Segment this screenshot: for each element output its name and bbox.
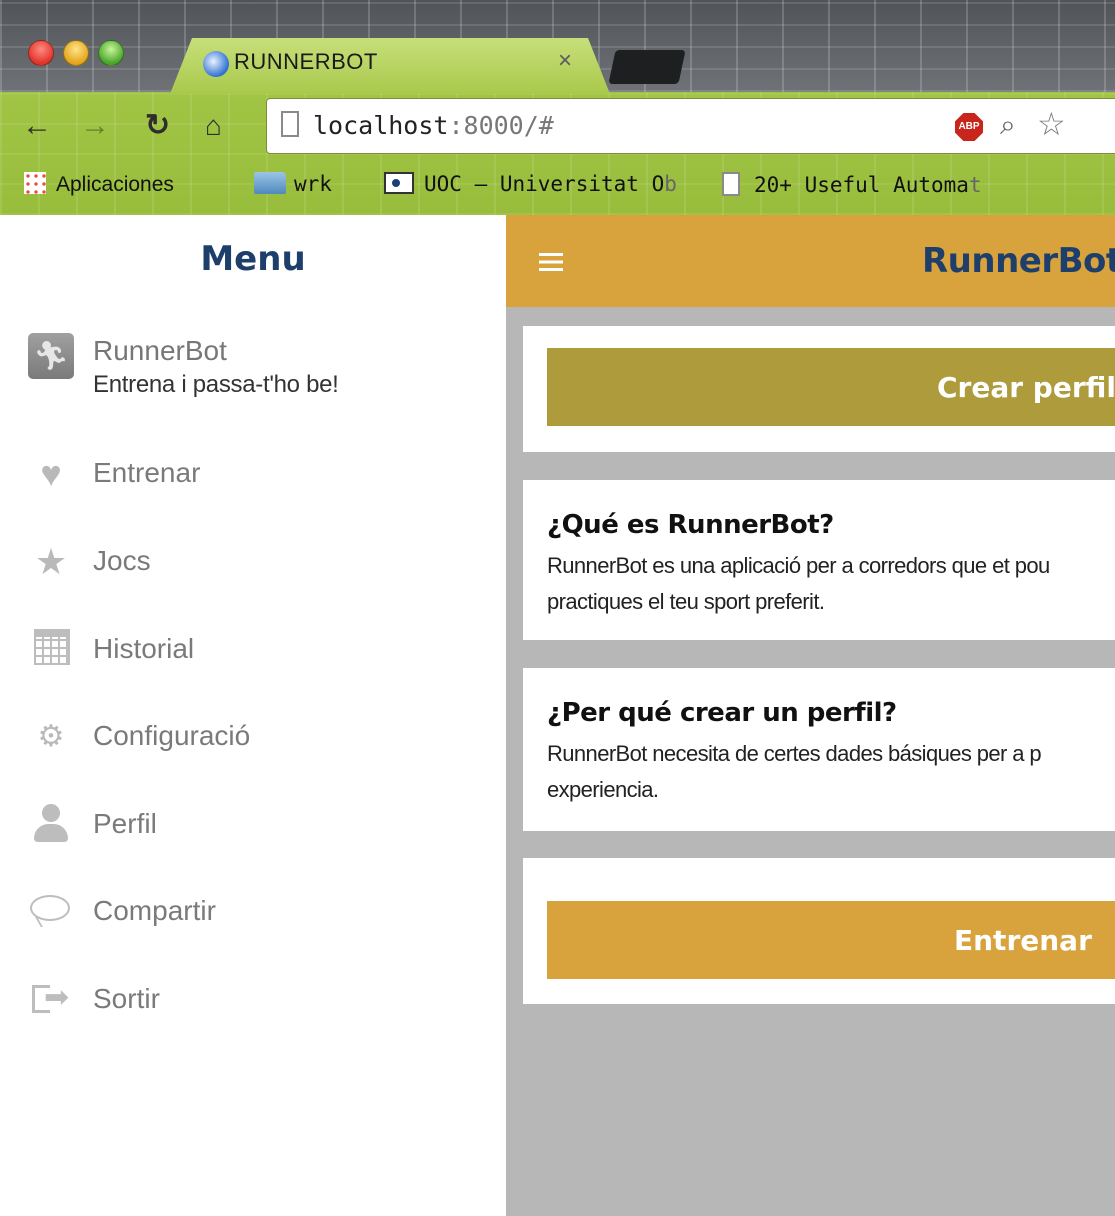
browser-tab[interactable]: RUNNERBOT × [170, 38, 610, 94]
app-header: RunnerBot [506, 215, 1115, 307]
sign-out-arrow-icon: ➡ [44, 981, 70, 1014]
bookmark-automation[interactable]: 20+ Useful Automat [722, 172, 982, 197]
folder-icon [254, 172, 286, 194]
zoom-window-button[interactable] [98, 40, 124, 66]
why-profile-title: ¿Per qué crear un perfil? [547, 698, 897, 728]
menu-item-label: Sortir [93, 983, 160, 1014]
menu-item-label: Perfil [93, 808, 157, 839]
bookmark-uoc[interactable]: UOC – Universitat Ob [384, 172, 677, 196]
menu-title: Menu [200, 239, 306, 279]
app-main: RunnerBot Crear perfil ¿Qué es RunnerBot… [506, 215, 1115, 1216]
about-title: ¿Qué es RunnerBot? [547, 510, 834, 540]
adblock-icon[interactable]: ABP [955, 113, 983, 141]
user-icon [42, 804, 60, 822]
home-icon[interactable]: ⌂ [205, 106, 222, 146]
reload-icon[interactable]: ↻ [145, 106, 170, 146]
bookmark-label: wrk [294, 172, 332, 196]
menu-item-label: Compartir [93, 895, 216, 926]
apps-icon [24, 172, 46, 194]
menu-item-jocs[interactable]: ★ Jocs [28, 537, 478, 587]
bookmark-label: 20+ Useful Automa [754, 173, 969, 197]
site-favicon-icon [203, 51, 229, 77]
url-text[interactable]: localhost:8000/# [313, 111, 554, 140]
new-tab-button[interactable] [608, 50, 686, 84]
profile-name[interactable]: RunnerBot [93, 335, 227, 367]
heart-icon: ♥ [40, 453, 62, 494]
menu-item-label: Configuració [93, 720, 251, 751]
chat-bubble-icon [30, 895, 70, 921]
page-icon [281, 111, 299, 137]
tab-close-icon[interactable]: × [558, 47, 572, 75]
gears-icon: ⚙ [37, 720, 65, 753]
profile-tagline: Entrena i passa-t'ho be! [93, 371, 339, 398]
menu-item-historial[interactable]: Historial [28, 625, 478, 675]
uoc-icon [384, 172, 414, 194]
create-profile-button[interactable]: Crear perfil [547, 348, 1115, 426]
url-host: localhost [313, 111, 449, 140]
calendar-icon [34, 629, 70, 665]
bookmark-label-fade: t [968, 173, 982, 197]
about-card: ¿Qué es RunnerBot? RunnerBot es una apli… [523, 480, 1115, 640]
menu-item-perfil[interactable]: Perfil [28, 800, 478, 850]
menu-item-entrenar[interactable]: ♥ Entrenar [28, 449, 478, 499]
menu-item-label: Jocs [93, 545, 151, 576]
create-profile-card: Crear perfil [523, 326, 1115, 452]
side-menu: Menu 🏃︎ RunnerBot Entrena i passa-t'ho b… [0, 215, 506, 1216]
close-window-button[interactable] [28, 40, 54, 66]
bookmark-label: Aplicaciones [56, 173, 174, 196]
bookmark-star-icon[interactable]: ☆ [1037, 105, 1066, 143]
forward-arrow-icon[interactable]: → [80, 106, 110, 146]
runner-avatar-icon[interactable]: 🏃︎ [28, 333, 74, 379]
tab-title: RUNNERBOT [234, 49, 378, 74]
bookmark-label: UOC – Universitat O [424, 172, 665, 196]
address-bar[interactable]: localhost:8000/# ABP ⌕ ☆ [266, 98, 1115, 154]
star-icon: ★ [34, 541, 68, 582]
menu-item-label: Historial [93, 633, 195, 664]
bookmarks-bar: Aplicaciones wrk UOC – Universitat Ob 20… [0, 166, 1115, 210]
app-title: RunnerBot [922, 241, 1115, 281]
back-arrow-icon[interactable]: ← [22, 106, 52, 146]
minimize-window-button[interactable] [63, 40, 89, 66]
train-card: Entrenar [523, 858, 1115, 1004]
document-icon [722, 172, 740, 196]
bookmark-apps[interactable]: Aplicaciones [24, 172, 174, 197]
menu-item-label: Entrenar [93, 457, 201, 488]
why-profile-card: ¿Per qué crear un perfil? RunnerBot nece… [523, 668, 1115, 831]
menu-item-sortir[interactable]: ➡ Sortir [28, 975, 478, 1025]
user-icon-body [34, 824, 68, 842]
why-profile-text: RunnerBot necesita de certes dades básiq… [547, 741, 1042, 802]
about-text: RunnerBot es una aplicació per a corredo… [547, 553, 1050, 614]
zoom-icon[interactable]: ⌕ [1000, 109, 1016, 142]
hamburger-menu-icon[interactable] [539, 253, 563, 271]
train-button[interactable]: Entrenar [547, 901, 1115, 979]
menu-item-configuracio[interactable]: ⚙ Configuració [28, 712, 478, 762]
browser-chrome: RUNNERBOT × ← → ↻ ⌂ localhost:8000/# ABP… [0, 0, 1115, 215]
url-path: :8000/# [448, 111, 554, 140]
menu-item-compartir[interactable]: Compartir [28, 887, 478, 937]
bookmark-wrk[interactable]: wrk [254, 172, 332, 196]
bookmark-label-fade: b [664, 172, 677, 196]
